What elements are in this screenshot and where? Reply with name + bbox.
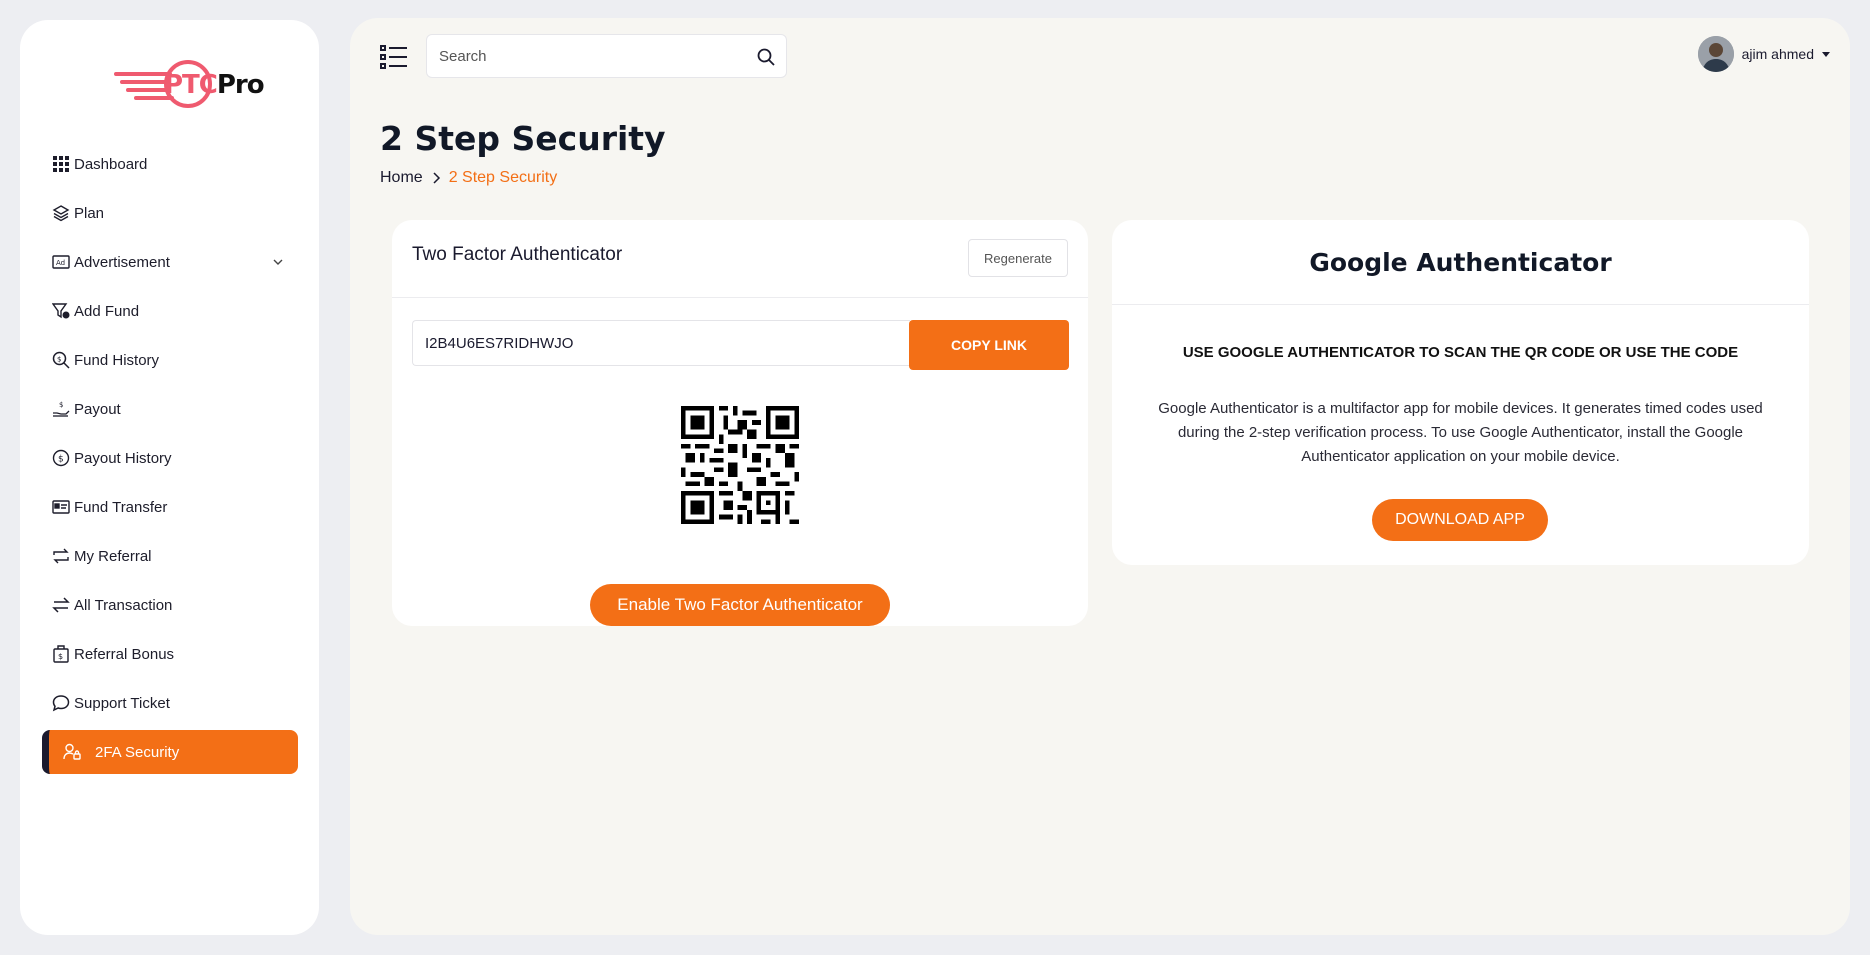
secret-code-field[interactable]: [412, 320, 910, 366]
svg-text:$: $: [57, 356, 61, 364]
sidebar-item-label: My Referral: [74, 547, 152, 565]
breadcrumb-home-link[interactable]: Home: [380, 169, 423, 187]
avatar: [1697, 36, 1734, 72]
google-authenticator-title: Google Authenticator: [1309, 247, 1612, 277]
google-authenticator-description: Google Authenticator is a multifactor ap…: [1158, 400, 1763, 465]
two-factor-title: Two Factor Authenticator: [412, 244, 623, 265]
sidebar-item-label: Referral Bonus: [74, 645, 175, 663]
svg-text:$: $: [58, 652, 63, 661]
funnel-dollar-icon: [52, 302, 70, 320]
sidebar-item-add-fund[interactable]: Add Fund: [42, 289, 298, 333]
breadcrumb: Home 2 Step Security: [380, 169, 557, 187]
sidebar-item-fund-history[interactable]: $ Fund History: [42, 338, 298, 382]
regenerate-button[interactable]: Regenerate: [968, 239, 1068, 277]
coin-icon: $: [52, 449, 70, 467]
sidebar-item-label: Add Fund: [74, 302, 140, 320]
sidebar-item-label: Dashboard: [74, 155, 148, 173]
caret-down-icon[interactable]: [1822, 51, 1830, 57]
chat-icon: [52, 694, 70, 712]
google-authenticator-header: Google Authenticator: [1112, 220, 1809, 305]
search-icon[interactable]: [756, 47, 776, 67]
sidebar-item-label: Support Ticket: [74, 694, 170, 712]
copy-link-button[interactable]: COPY LINK: [909, 320, 1069, 370]
sidebar-item-label: Plan: [74, 204, 105, 222]
sidebar-nav: Dashboard Plan Ad Advertisement Add Fund…: [42, 142, 298, 779]
sidebar-item-label: Fund History: [74, 351, 160, 369]
google-authenticator-card: Google Authenticator USE GOOGLE AUTHENTI…: [1112, 220, 1809, 565]
sidebar-item-plan[interactable]: Plan: [42, 191, 298, 235]
main-content: ajim ahmed 2 Step Security Home 2 Step S…: [350, 18, 1850, 935]
id-card-icon: [52, 498, 70, 516]
sidebar-item-my-referral[interactable]: My Referral: [42, 534, 298, 578]
layers-icon: [52, 204, 70, 222]
exchange-icon: [52, 596, 70, 614]
sidebar-item-dashboard[interactable]: Dashboard: [42, 142, 298, 186]
chevron-down-icon[interactable]: [272, 256, 284, 268]
user-lock-icon: [63, 743, 81, 761]
google-authenticator-instruction: USE GOOGLE AUTHENTICATOR TO SCAN THE QR …: [1182, 344, 1739, 361]
sidebar-item-label: Advertisement: [74, 253, 170, 271]
svg-text:Ad: Ad: [56, 259, 65, 267]
sidebar-item-referral-bonus[interactable]: $ Referral Bonus: [42, 632, 298, 676]
svg-text:$: $: [58, 455, 64, 465]
sidebar-item-label: Payout History: [74, 449, 172, 467]
svg-text:$: $: [59, 401, 63, 409]
enable-two-factor-button[interactable]: Enable Two Factor Authenticator: [590, 584, 890, 626]
two-factor-card-header: Two Factor Authenticator Regenerate: [392, 220, 1088, 298]
user-menu[interactable]: ajim ahmed: [1697, 34, 1830, 74]
user-name[interactable]: ajim ahmed: [1742, 46, 1814, 62]
logo-text-ptc: PTC: [164, 70, 218, 100]
sidebar-item-label: 2FA Security: [95, 743, 180, 761]
sidebar-item-label: Fund Transfer: [74, 498, 168, 516]
search-dollar-icon: $: [52, 351, 70, 369]
logo-text: PTCPro: [164, 70, 265, 100]
logo-text-pro: Pro: [216, 70, 265, 100]
list-menu-icon: [380, 45, 407, 69]
chevron-right-icon: [433, 172, 440, 184]
sidebar-item-payout[interactable]: $ Payout: [42, 387, 298, 431]
hand-dollar-icon: $: [52, 400, 70, 418]
download-app-button[interactable]: DOWNLOAD APP: [1372, 499, 1548, 541]
repeat-icon: [52, 547, 70, 565]
user-avatar-icon: [1697, 36, 1734, 72]
sidebar-item-2fa-security[interactable]: 2FA Security: [42, 730, 298, 774]
ad-icon: Ad: [52, 253, 70, 271]
bag-dollar-icon: $: [52, 645, 70, 663]
grid-icon: [52, 155, 70, 173]
qr-code-icon: [681, 406, 799, 524]
sidebar: PTCPro Dashboard Plan Ad Advertisement A…: [20, 20, 319, 935]
search-input[interactable]: [427, 35, 786, 77]
ptcpro-logo[interactable]: PTCPro: [112, 56, 272, 116]
search-box: [426, 34, 787, 78]
sidebar-item-label: All Transaction: [74, 596, 173, 614]
menu-toggle-button[interactable]: [380, 44, 408, 70]
page-title: 2 Step Security: [380, 119, 666, 158]
breadcrumb-current: 2 Step Security: [448, 169, 558, 186]
sidebar-item-fund-transfer[interactable]: Fund Transfer: [42, 485, 298, 529]
secret-code-row: COPY LINK: [412, 320, 1069, 370]
sidebar-item-support-ticket[interactable]: Support Ticket: [42, 681, 298, 725]
sidebar-item-payout-history[interactable]: $ Payout History: [42, 436, 298, 480]
sidebar-item-label: Payout: [74, 400, 121, 418]
sidebar-item-advertisement[interactable]: Ad Advertisement: [42, 240, 298, 284]
sidebar-item-all-transaction[interactable]: All Transaction: [42, 583, 298, 627]
two-factor-card: Two Factor Authenticator Regenerate COPY…: [392, 220, 1088, 626]
